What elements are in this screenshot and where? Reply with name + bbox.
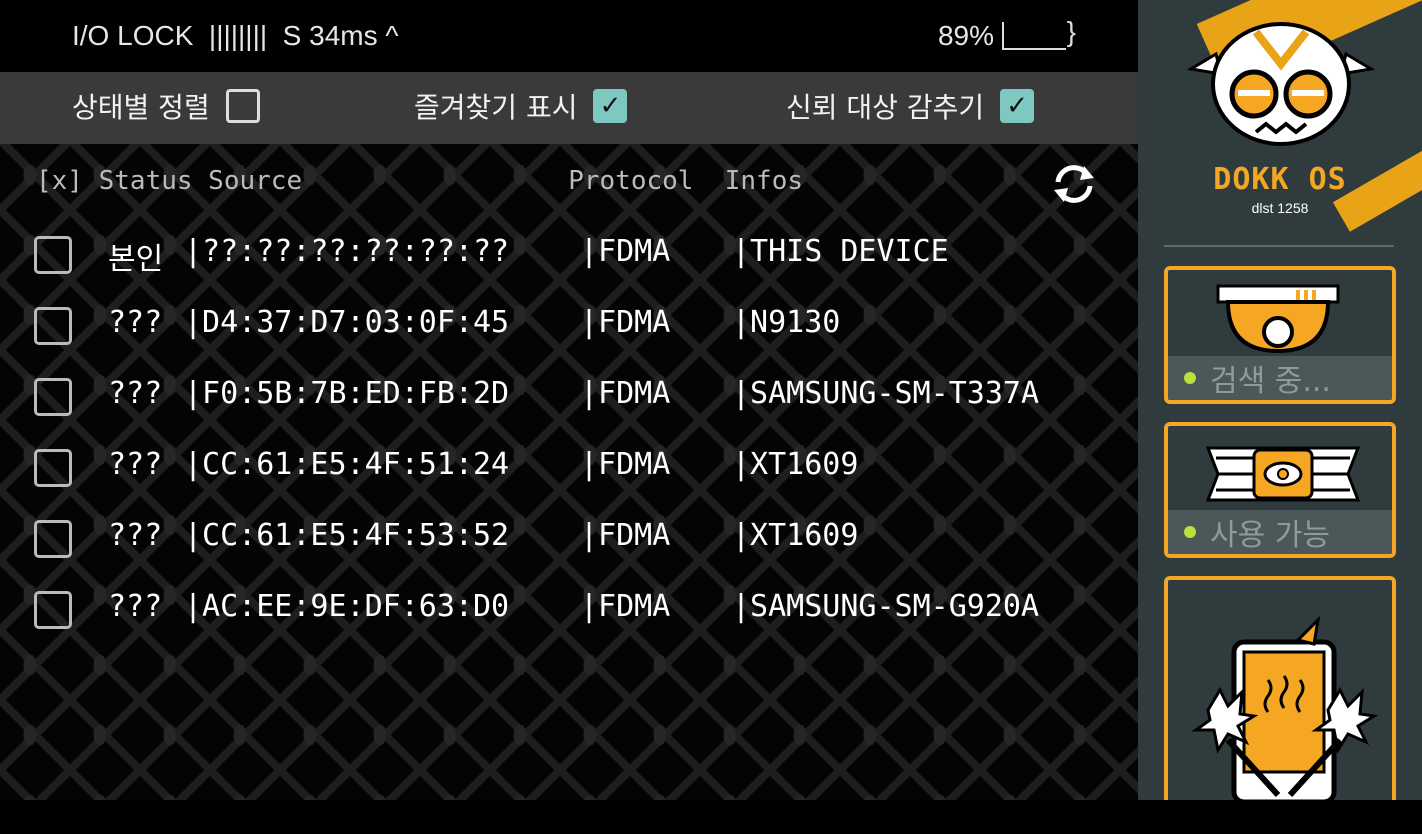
camera-icon (1216, 284, 1340, 354)
sort-by-status-checkbox[interactable] (225, 89, 260, 123)
card-status: 검색 중... (1168, 356, 1392, 400)
gadget-card-camera[interactable]: 검색 중... (1164, 266, 1396, 404)
show-favorites-checkbox[interactable]: ✓ (593, 89, 628, 123)
row-checkbox[interactable] (34, 591, 72, 629)
battery-percent: 89% (937, 20, 994, 51)
card-status-label: 사용 가능 (1210, 518, 1330, 553)
row-source: |AC:EE:9E:DF:63:D0 (184, 589, 510, 624)
row-info: |SAMSUNG-SM-G920A (732, 589, 1040, 624)
card-status: 사용 가능 (1168, 510, 1392, 554)
filter-label: 즐겨찾기 표시 (414, 91, 578, 124)
row-status: 본인 (108, 242, 164, 277)
row-checkbox[interactable] (34, 520, 72, 558)
sidebar: DOKK OS dlst 1258 검색 중... 사용 가능 (1138, 0, 1422, 800)
device-list: [x] Status Source Protocol Infos 본인 |??:… (0, 144, 1138, 800)
row-checkbox[interactable] (34, 378, 72, 416)
table-row[interactable]: ??? |AC:EE:9E:DF:63:D0 |FDMA |SAMSUNG-SM… (0, 589, 1138, 649)
filter-show-favorites[interactable]: 즐겨찾기 표시 ✓ (414, 86, 628, 126)
status-dot-icon (1184, 526, 1196, 538)
main-panel: I/O LOCK |||||||| S 34ms ^ 89% 상태별 정렬 즐겨… (0, 0, 1138, 800)
row-protocol: |FDMA (580, 234, 671, 269)
card-status-label: 검색 중... (1210, 364, 1331, 399)
status-dot-icon (1184, 372, 1196, 384)
row-status: ??? (108, 589, 163, 624)
row-source: |CC:61:E5:4F:53:52 (184, 518, 510, 553)
filter-label: 신뢰 대상 감추기 (786, 91, 985, 124)
divider (1164, 245, 1394, 247)
row-protocol: |FDMA (580, 589, 671, 624)
refresh-icon[interactable] (1050, 160, 1098, 208)
row-status: ??? (108, 376, 163, 411)
row-source: |D4:37:D7:03:0F:45 (184, 305, 510, 340)
row-protocol: |FDMA (580, 376, 671, 411)
io-lock-status: I/O LOCK |||||||| S 34ms ^ (72, 20, 399, 51)
list-header: [x] Status Source Protocol Infos (36, 166, 804, 196)
status-bar: I/O LOCK |||||||| S 34ms ^ 89% (0, 0, 1138, 72)
row-source: |CC:61:E5:4F:51:24 (184, 447, 510, 482)
table-row[interactable]: ??? |F0:5B:7B:ED:FB:2D |FDMA |SAMSUNG-SM… (0, 376, 1138, 436)
row-source: |F0:5B:7B:ED:FB:2D (184, 376, 510, 411)
table-row[interactable]: ??? |CC:61:E5:4F:53:52 |FDMA |XT1609 (0, 518, 1138, 578)
filter-sort-by-status[interactable]: 상태별 정렬 (72, 86, 260, 126)
table-row[interactable]: ??? |D4:37:D7:03:0F:45 |FDMA |N9130 (0, 305, 1138, 365)
row-protocol: |FDMA (580, 305, 671, 340)
filter-hide-trusted[interactable]: 신뢰 대상 감추기 ✓ (786, 86, 1035, 126)
row-protocol: |FDMA (580, 447, 671, 482)
row-info: |N9130 (732, 305, 841, 340)
row-info: |XT1609 (732, 447, 859, 482)
gadget-card-phone-smash[interactable] (1164, 576, 1396, 800)
gadget-card-eye[interactable]: 사용 가능 (1164, 422, 1396, 558)
row-info: |SAMSUNG-SM-T337A (732, 376, 1040, 411)
row-status: ??? (108, 305, 163, 340)
table-row[interactable]: 본인 |??:??:??:??:??:?? |FDMA |THIS DEVICE (0, 234, 1138, 294)
brand-subtitle: dlst 1258 (1251, 200, 1309, 216)
row-checkbox[interactable] (34, 449, 72, 487)
phone-smash-icon (1191, 615, 1379, 800)
hide-trusted-checkbox[interactable]: ✓ (1000, 89, 1035, 123)
dokkaebi-mascot-icon (1186, 22, 1376, 146)
filter-bar: 상태별 정렬 즐겨찾기 표시 ✓ 신뢰 대상 감추기 ✓ (0, 72, 1138, 144)
row-checkbox[interactable] (34, 236, 72, 274)
row-source: |??:??:??:??:??:?? (184, 234, 510, 269)
row-info: |THIS DEVICE (732, 234, 949, 269)
row-status: ??? (108, 518, 163, 553)
row-protocol: |FDMA (580, 518, 671, 553)
battery-icon (1002, 16, 1076, 50)
filter-label: 상태별 정렬 (72, 91, 210, 124)
row-status: ??? (108, 447, 163, 482)
row-checkbox[interactable] (34, 307, 72, 345)
table-row[interactable]: ??? |CC:61:E5:4F:51:24 |FDMA |XT1609 (0, 447, 1138, 507)
battery-status: 89% (937, 16, 1076, 52)
brand-title: DOKK OS (1213, 162, 1347, 197)
row-info: |XT1609 (732, 518, 859, 553)
